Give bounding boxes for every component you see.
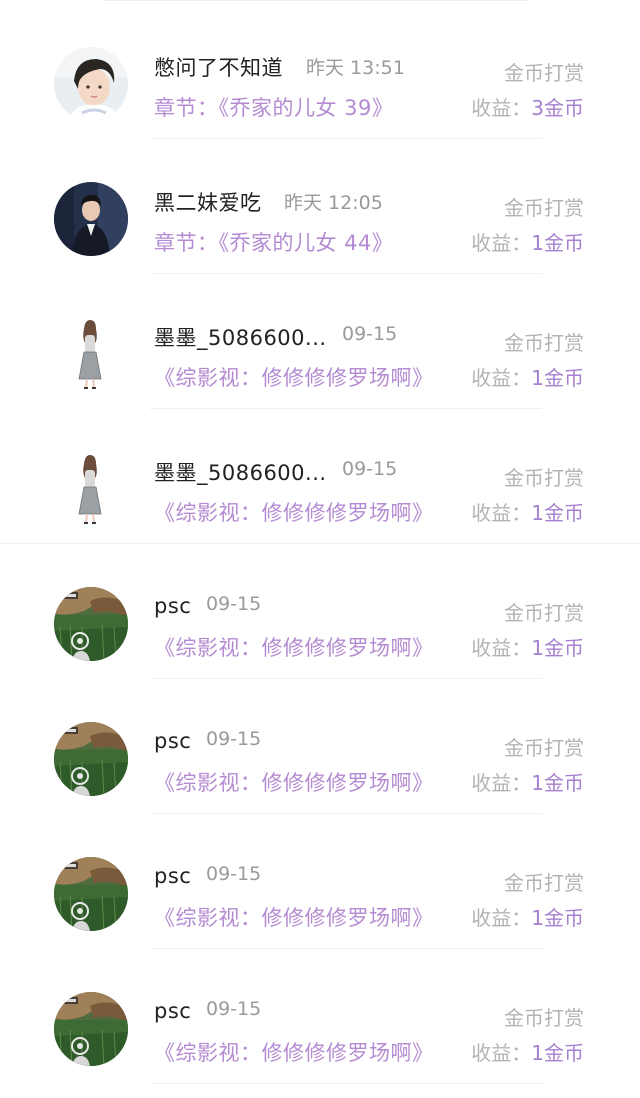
user-name[interactable]: psc [154, 594, 191, 618]
reward-time: 09-15 [206, 593, 262, 615]
reward-type-label: 金币打赏 [504, 61, 584, 85]
list-item[interactable]: 墨墨_5086600... 09-15 《综影视：修修修修罗场啊》 金币打赏 收… [0, 423, 640, 558]
reward-time: 09-15 [206, 728, 262, 750]
chapter-link[interactable]: 《综影视：修修修修罗场啊》 [154, 632, 434, 662]
earnings: 收益：1金币 [471, 227, 584, 256]
game-screenshot-icon [54, 722, 128, 796]
reward-time: 09-15 [206, 863, 262, 885]
earnings-value: 1金币 [531, 636, 584, 660]
reward-type-label: 金币打赏 [504, 196, 584, 220]
earnings-label: 收益： [471, 771, 532, 795]
list-item[interactable]: 黑二妹爱吃 昨天 12:05 章节：《乔家的儿女 44》 金币打赏 收益：1金币 [0, 153, 640, 288]
game-screenshot-icon [54, 587, 128, 661]
earnings: 收益：1金币 [471, 632, 584, 661]
earnings: 收益：1金币 [471, 767, 584, 796]
avatar[interactable] [54, 857, 128, 931]
earnings-label: 收益： [471, 501, 532, 525]
reward-type-label: 金币打赏 [504, 736, 584, 760]
row-divider [0, 543, 640, 544]
reward-time: 昨天 13:51 [306, 57, 405, 79]
earnings: 收益：1金币 [471, 362, 584, 391]
reward-type-label: 金币打赏 [504, 871, 584, 895]
game-screenshot-icon [54, 992, 128, 1066]
user-name[interactable]: 黑二妹爱吃 [154, 187, 262, 217]
user-name[interactable]: psc [154, 864, 191, 888]
chapter-link[interactable]: 《综影视：修修修修罗场啊》 [154, 497, 434, 527]
earnings-label: 收益： [471, 366, 532, 390]
user-name[interactable]: 墨墨_5086600... [154, 322, 327, 352]
girl-figure-icon [54, 452, 128, 526]
row-divider [150, 678, 542, 679]
user-name[interactable]: 憋问了不知道 [154, 52, 283, 82]
reward-type-label: 金币打赏 [504, 331, 584, 355]
chapter-link[interactable]: 《综影视：修修修修罗场啊》 [154, 902, 434, 932]
game-screenshot-icon [54, 857, 128, 931]
reward-type-label: 金币打赏 [504, 601, 584, 625]
row-divider [150, 813, 542, 814]
row-divider [150, 138, 542, 139]
chapter-link[interactable]: 章节：《乔家的儿女 39》 [154, 92, 393, 122]
earnings-value: 1金币 [531, 906, 584, 930]
avatar[interactable] [54, 317, 128, 391]
earnings-value: 1金币 [531, 501, 584, 525]
avatar[interactable] [54, 452, 128, 526]
earnings: 收益：1金币 [471, 902, 584, 931]
top-divider [104, 0, 528, 1]
chapter-link[interactable]: 《综影视：修修修修罗场啊》 [154, 1037, 434, 1067]
earnings: 收益：1金币 [471, 497, 584, 526]
reward-time: 09-15 [206, 998, 262, 1020]
user-name[interactable]: 墨墨_5086600... [154, 457, 327, 487]
earnings-value: 1金币 [531, 771, 584, 795]
reward-time: 09-15 [342, 323, 398, 345]
boy-portrait-icon [54, 47, 128, 121]
reward-time: 09-15 [342, 458, 398, 480]
avatar[interactable] [54, 587, 128, 661]
list-item[interactable]: psc 09-15 《综影视：修修修修罗场啊》 金币打赏 收益：1金币 [0, 828, 640, 963]
earnings-label: 收益： [471, 906, 532, 930]
list-item[interactable]: psc 09-15 《综影视：修修修修罗场啊》 金币打赏 收益：1金币 [0, 963, 640, 1098]
earnings-label: 收益： [471, 636, 532, 660]
earnings-label: 收益： [471, 231, 532, 255]
girl-figure-icon [54, 317, 128, 391]
reward-time: 昨天 12:05 [284, 192, 383, 214]
user-name[interactable]: psc [154, 729, 191, 753]
avatar[interactable] [54, 182, 128, 256]
chapter-link[interactable]: 《综影视：修修修修罗场啊》 [154, 362, 434, 392]
dark-portrait-icon [54, 182, 128, 256]
earnings: 收益：1金币 [471, 1037, 584, 1066]
earnings: 收益：3金币 [471, 92, 584, 121]
list-item[interactable]: psc 09-15 《综影视：修修修修罗场啊》 金币打赏 收益：1金币 [0, 558, 640, 693]
row-divider [150, 408, 542, 409]
chapter-link[interactable]: 《综影视：修修修修罗场啊》 [154, 767, 434, 797]
avatar[interactable] [54, 992, 128, 1066]
reward-type-label: 金币打赏 [504, 1006, 584, 1030]
earnings-value: 3金币 [531, 96, 584, 120]
earnings-value: 1金币 [531, 1041, 584, 1065]
user-name[interactable]: psc [154, 999, 191, 1023]
list-item[interactable]: 憋问了不知道 昨天 13:51 章节：《乔家的儿女 39》 金币打赏 收益：3金… [0, 18, 640, 153]
list-item[interactable]: 墨墨_5086600... 09-15 《综影视：修修修修罗场啊》 金币打赏 收… [0, 288, 640, 423]
row-divider [150, 1083, 542, 1084]
earnings-value: 1金币 [531, 366, 584, 390]
avatar[interactable] [54, 47, 128, 121]
earnings-label: 收益： [471, 1041, 532, 1065]
earnings-label: 收益： [471, 96, 532, 120]
earnings-value: 1金币 [531, 231, 584, 255]
chapter-link[interactable]: 章节：《乔家的儿女 44》 [154, 227, 393, 257]
list-item[interactable]: psc 09-15 《综影视：修修修修罗场啊》 金币打赏 收益：1金币 [0, 693, 640, 828]
row-divider [150, 273, 542, 274]
row-divider [150, 948, 542, 949]
reward-type-label: 金币打赏 [504, 466, 584, 490]
avatar[interactable] [54, 722, 128, 796]
